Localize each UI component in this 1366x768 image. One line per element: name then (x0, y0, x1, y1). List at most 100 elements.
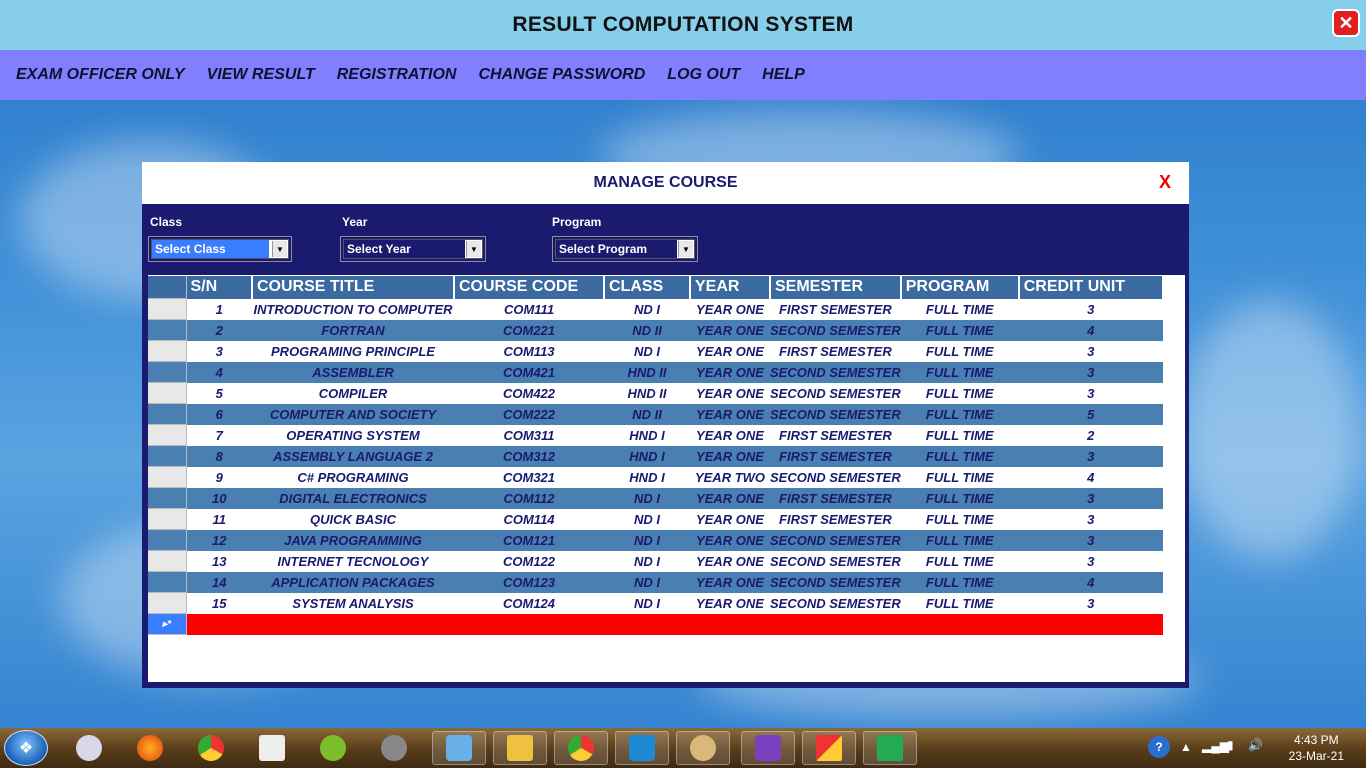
column-header[interactable]: PROGRAM (900, 276, 1020, 299)
table-row[interactable]: 10 DIGITAL ELECTRONICS COM112 ND I YEAR ONE F… (148, 487, 1163, 509)
table-cell[interactable]: 3 (186, 341, 252, 362)
table-cell[interactable]: FIRST SEMESTER (770, 487, 901, 509)
table-row[interactable]: 2 FORTRAN COM221 ND II YEAR ONE SECOND SEMEST… (148, 319, 1163, 341)
table-cell[interactable]: FULL TIME (900, 487, 1019, 509)
row-selector[interactable] (148, 508, 187, 530)
table-cell[interactable]: COM321 (454, 467, 604, 488)
column-header[interactable]: COURSE TITLE (252, 276, 455, 299)
setup-icon[interactable] (245, 731, 299, 765)
table-cell[interactable]: 2 (186, 319, 252, 341)
table-cell[interactable]: FULL TIME (900, 571, 1019, 593)
table-cell[interactable]: YEAR ONE (690, 593, 770, 614)
table-cell[interactable]: FULL TIME (901, 299, 1019, 320)
row-selector[interactable] (148, 592, 187, 614)
new-row-marker-icon[interactable]: ▸* (148, 613, 187, 635)
table-cell[interactable]: COM112 (454, 487, 604, 509)
table-cell[interactable]: ND I (604, 299, 690, 320)
chrome-icon[interactable] (554, 731, 608, 765)
table-cell[interactable]: 12 (186, 529, 252, 551)
row-selector[interactable] (148, 571, 187, 593)
table-cell[interactable]: COM122 (454, 551, 604, 572)
table-cell[interactable]: 4 (1019, 467, 1163, 488)
table-cell[interactable]: SECOND SEMESTER (770, 361, 901, 383)
table-cell[interactable]: FULL TIME (901, 509, 1019, 530)
table-cell[interactable]: FIRST SEMESTER (770, 299, 901, 320)
table-cell[interactable]: ND I (604, 571, 690, 593)
table-cell[interactable]: COMPILER (252, 383, 454, 404)
table-cell[interactable]: 4 (186, 361, 252, 383)
menu-registration[interactable]: REGISTRATION (337, 66, 457, 84)
table-cell[interactable]: ND I (604, 593, 690, 614)
network-icon[interactable]: ▂▄▆ (1202, 739, 1229, 753)
table-cell[interactable]: YEAR ONE (690, 445, 770, 467)
table-cell[interactable]: COM312 (454, 445, 604, 467)
chameleon-icon[interactable] (306, 731, 360, 765)
table-cell[interactable]: SYSTEM ANALYSIS (252, 593, 454, 614)
table-cell[interactable]: SECOND SEMESTER (770, 529, 901, 551)
row-selector[interactable] (148, 298, 187, 320)
table-cell[interactable]: COM221 (454, 319, 604, 341)
new-row-cell[interactable] (604, 613, 690, 635)
table-cell[interactable]: COM222 (454, 403, 604, 425)
row-header-corner[interactable] (148, 276, 187, 299)
table-cell[interactable]: 5 (1018, 403, 1163, 425)
table-cell[interactable]: FULL TIME (901, 341, 1019, 362)
table-cell[interactable]: 4 (1018, 319, 1163, 341)
course-grid[interactable]: S/N COURSE TITLE COURSE CODE CLASS YEAR SEMES… (148, 275, 1185, 682)
table-cell[interactable]: INTERNET TECNOLOGY (252, 551, 454, 572)
table-cell[interactable]: SECOND SEMESTER (770, 593, 901, 614)
table-cell[interactable]: 3 (1019, 551, 1163, 572)
volume-icon[interactable]: 🔊 (1248, 738, 1263, 752)
paint-icon[interactable] (62, 731, 116, 765)
table-cell[interactable]: DIGITAL ELECTRONICS (252, 487, 454, 509)
table-cell[interactable]: COM421 (454, 361, 604, 383)
table-cell[interactable]: 6 (186, 403, 252, 425)
table-cell[interactable]: 3 (1019, 383, 1163, 404)
vscode-icon[interactable] (615, 731, 669, 765)
table-cell[interactable]: ASSEMBLY LANGUAGE 2 (252, 445, 454, 467)
table-row[interactable]: 11 QUICK BASIC COM114 ND I YEAR ONE FIRST SEM… (148, 508, 1163, 530)
table-row[interactable]: 7 OPERATING SYSTEM COM311 HND I YEAR ONE FIRS… (148, 424, 1163, 446)
visual-studio-icon[interactable] (741, 731, 795, 765)
table-cell[interactable]: FULL TIME (900, 319, 1019, 341)
new-row-cell[interactable] (454, 613, 604, 635)
table-cell[interactable]: FULL TIME (901, 593, 1019, 614)
table-row[interactable]: 6 COMPUTER AND SOCIETY COM222 ND II YEAR ONE… (148, 403, 1163, 425)
file-explorer-icon[interactable] (493, 731, 547, 765)
class-select[interactable]: Select Class ▼ (148, 236, 292, 262)
table-cell[interactable]: FIRST SEMESTER (770, 509, 901, 530)
row-selector[interactable] (148, 319, 187, 341)
table-cell[interactable]: FULL TIME (901, 383, 1019, 404)
table-cell[interactable]: SECOND SEMESTER (770, 403, 901, 425)
dialog-close-button[interactable]: X (1159, 172, 1171, 193)
column-header[interactable]: COURSE CODE (454, 276, 605, 299)
table-cell[interactable]: FIRST SEMESTER (770, 445, 901, 467)
virtualbox-icon[interactable] (432, 731, 486, 765)
table-cell[interactable]: ND II (604, 403, 690, 425)
column-header[interactable]: S/N (186, 276, 253, 299)
table-cell[interactable]: OPERATING SYSTEM (252, 425, 454, 446)
table-cell[interactable]: ASSEMBLER (252, 361, 454, 383)
table-cell[interactable]: YEAR ONE (690, 487, 770, 509)
column-header[interactable]: YEAR (690, 276, 771, 299)
table-cell[interactable]: HND II (604, 383, 690, 404)
help-tray-icon[interactable]: ? (1148, 736, 1170, 758)
menu-change-password[interactable]: CHANGE PASSWORD (478, 66, 645, 84)
table-cell[interactable]: YEAR ONE (690, 551, 770, 572)
table-cell[interactable]: FIRST SEMESTER (770, 425, 901, 446)
table-cell[interactable]: FORTRAN (252, 319, 454, 341)
table-cell[interactable]: 3 (1019, 299, 1163, 320)
start-button[interactable]: ❖ (4, 730, 48, 766)
table-cell[interactable]: YEAR ONE (690, 571, 770, 593)
table-cell[interactable]: 5 (186, 383, 252, 404)
table-cell[interactable]: HND I (604, 425, 690, 446)
table-cell[interactable]: HND I (604, 467, 690, 488)
table-cell[interactable]: SECOND SEMESTER (770, 467, 901, 488)
table-cell[interactable]: YEAR TWO (690, 467, 770, 488)
table-cell[interactable]: FULL TIME (901, 551, 1019, 572)
year-select[interactable]: Select Year ▼ (340, 236, 486, 262)
table-row[interactable]: 9 C# PROGRAMING COM321 HND I YEAR TWO SECOND … (148, 466, 1163, 488)
table-cell[interactable]: ND I (604, 487, 690, 509)
table-cell[interactable]: COM113 (454, 341, 604, 362)
table-cell[interactable]: ND I (604, 509, 690, 530)
